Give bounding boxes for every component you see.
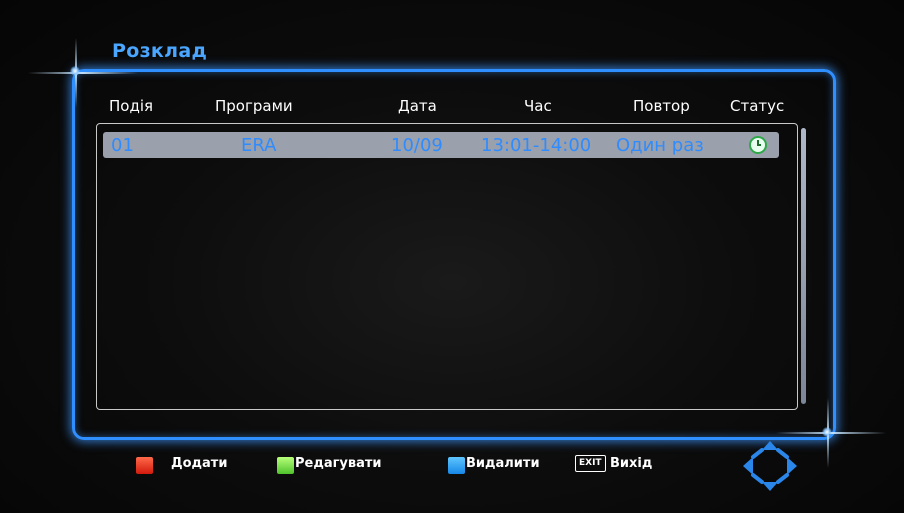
- dpad-arrows-icon: [743, 441, 797, 491]
- row-program: ERA: [241, 135, 277, 156]
- red-key-icon: [136, 457, 153, 474]
- row-repeat: Один раз: [616, 135, 704, 156]
- page-title: Розклад: [112, 40, 208, 62]
- column-header-repeat: Повтор: [633, 97, 690, 115]
- schedule-list[interactable]: 01 ERA 10/09 13:01-14:00 Один раз: [96, 123, 798, 410]
- row-event: 01: [111, 135, 134, 156]
- column-header-date: Дата: [398, 97, 437, 115]
- row-time: 13:01-14:00: [481, 135, 592, 156]
- column-headers: Подія Програми Дата Час Повтор Статус: [0, 97, 904, 119]
- edit-hint[interactable]: Редагувати: [295, 456, 382, 471]
- exit-key-icon: EXIT: [575, 455, 606, 472]
- alarm-clock-icon: [749, 136, 767, 154]
- column-header-status: Статус: [730, 97, 785, 115]
- list-scrollbar[interactable]: [801, 128, 806, 404]
- delete-hint[interactable]: Видалити: [466, 456, 540, 471]
- schedule-screen: Розклад Подія Програми Дата Час Повтор С…: [0, 0, 904, 513]
- add-hint[interactable]: Додати: [171, 456, 227, 471]
- exit-hint[interactable]: Вихід: [610, 456, 652, 471]
- column-header-time: Час: [524, 97, 552, 115]
- row-date: 10/09: [391, 135, 443, 156]
- schedule-row[interactable]: 01 ERA 10/09 13:01-14:00 Один раз: [103, 132, 779, 158]
- green-key-icon: [277, 457, 294, 474]
- column-header-event: Подія: [109, 97, 154, 115]
- column-header-program: Програми: [215, 97, 293, 115]
- blue-key-icon: [448, 457, 465, 474]
- footer-hints: Додати Редагувати Видалити EXIT Вихід: [0, 441, 904, 491]
